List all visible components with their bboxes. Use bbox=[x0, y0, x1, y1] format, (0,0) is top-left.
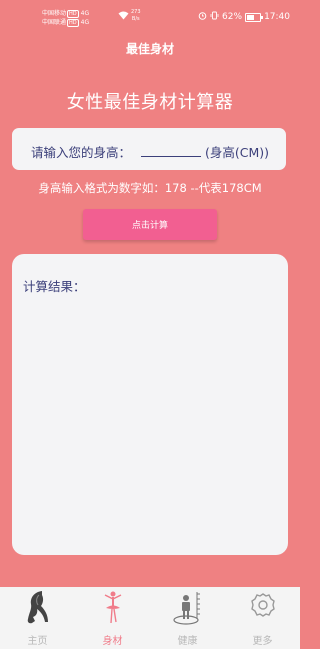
height-input-label: 请输入您的身高： bbox=[31, 145, 132, 160]
net-speed-unit: B/s bbox=[131, 16, 140, 22]
height-unit-label: (身高(CM)) bbox=[205, 145, 270, 160]
carrier-1: 中国移动 bbox=[42, 10, 67, 17]
alarm-icon bbox=[198, 11, 207, 23]
clock: 17:40 bbox=[264, 12, 290, 22]
height-input-card: 请输入您的身高： (身高(CM)) bbox=[12, 128, 286, 170]
hd-badge-2: HD bbox=[67, 19, 79, 27]
nav-item-home[interactable]: 主页 bbox=[0, 587, 75, 649]
height-scale-icon bbox=[170, 589, 206, 625]
status-right: 62% 17:40 bbox=[198, 11, 290, 23]
nav-label-home: 主页 bbox=[27, 636, 48, 647]
ballerina-icon bbox=[95, 589, 131, 625]
net-speed: 273 B/s bbox=[131, 9, 141, 23]
battery-percent: 62% bbox=[222, 12, 243, 22]
nav-label-health: 健康 bbox=[177, 636, 198, 647]
net-speed-value: 273 bbox=[131, 9, 141, 15]
nav-label-figure: 身材 bbox=[102, 636, 123, 647]
height-input[interactable] bbox=[141, 140, 201, 157]
nav-item-more[interactable]: 更多 bbox=[225, 587, 300, 649]
carrier-info: 中国移动 HD 4G 中国联通 HD 4G bbox=[42, 9, 89, 27]
carrier-2: 中国联通 bbox=[42, 19, 67, 26]
page-heading: 女性最佳身材计算器 bbox=[66, 92, 234, 113]
gear-icon bbox=[245, 589, 281, 625]
signal-1: 4G bbox=[80, 10, 90, 17]
app-title: 最佳身材 bbox=[125, 42, 174, 56]
input-format-hint: 身高输入格式为数字如：178 --代表178CM bbox=[38, 181, 262, 195]
result-label: 计算结果： bbox=[23, 279, 86, 294]
calculate-button[interactable]: 点击计算 bbox=[83, 209, 217, 240]
result-card: 计算结果： bbox=[12, 254, 288, 555]
signal-2: 4G bbox=[80, 19, 90, 26]
wifi-icon bbox=[118, 11, 129, 23]
vibrate-icon bbox=[210, 11, 219, 23]
bottom-nav: 主页 身材 健康 更多 bbox=[0, 587, 300, 649]
nav-item-health[interactable]: 健康 bbox=[150, 587, 225, 649]
hd-badge-1: HD bbox=[67, 10, 79, 18]
status-bar: 中国移动 HD 4G 中国联通 HD 4G 273 B/s 62% 17:40 bbox=[0, 0, 300, 36]
woman-silhouette-icon bbox=[20, 589, 56, 625]
nav-item-figure[interactable]: 身材 bbox=[75, 587, 150, 649]
nav-label-more: 更多 bbox=[252, 636, 273, 647]
battery-icon bbox=[245, 12, 264, 22]
